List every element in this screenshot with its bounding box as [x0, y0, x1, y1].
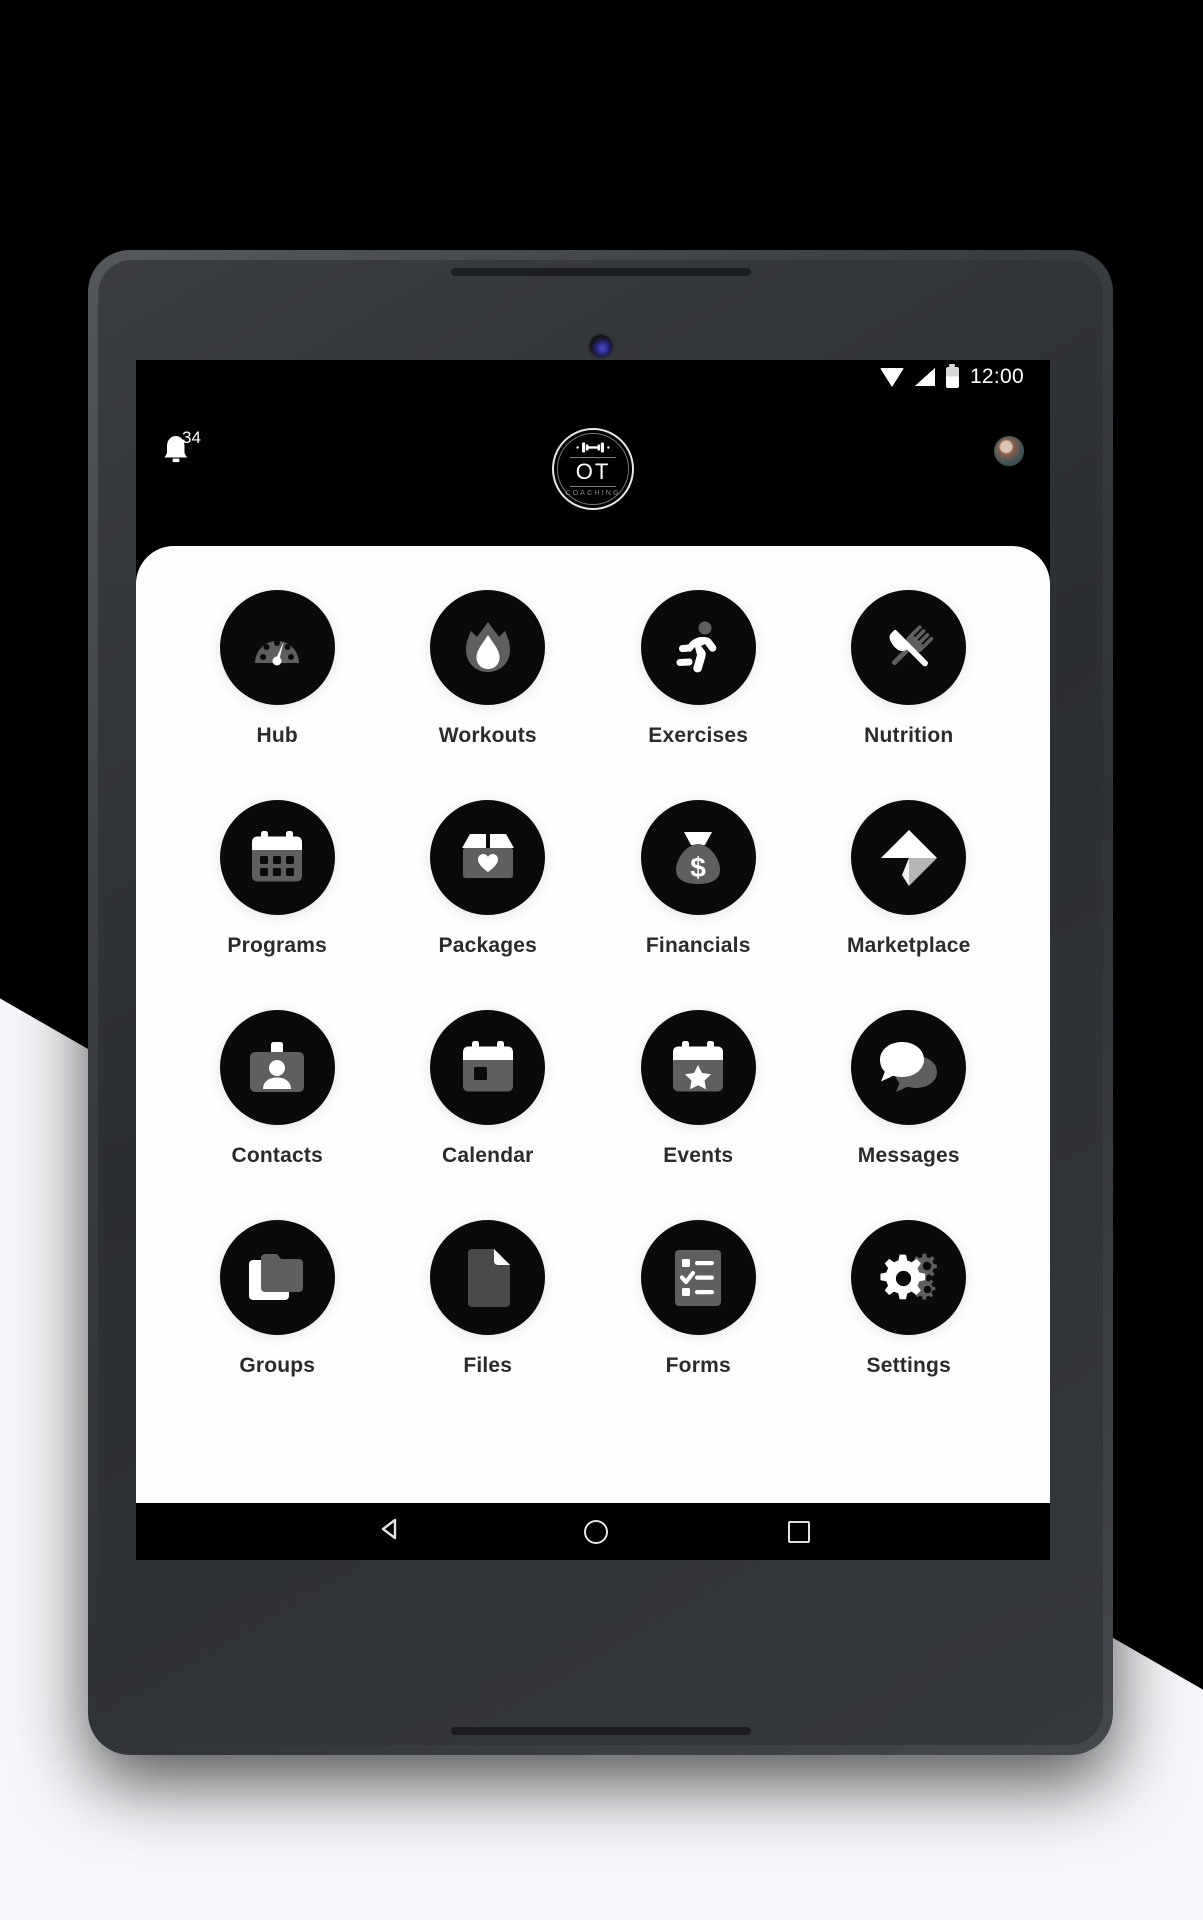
tile-label: Groups: [239, 1354, 316, 1377]
send-arrow-icon: [880, 829, 937, 886]
money-bag-icon: $: [676, 831, 721, 884]
tile-files[interactable]: Files: [383, 1220, 594, 1378]
tile-settings-circle: [851, 1220, 967, 1335]
app-logo: OT COACHING: [552, 428, 634, 510]
svg-text:$: $: [690, 852, 706, 883]
dumbbell-icon: [576, 442, 610, 453]
tile-calendar-circle: [430, 1010, 546, 1125]
tile-financials[interactable]: $ Financials: [593, 800, 804, 958]
gauge-icon: [255, 639, 300, 665]
tile-workouts-circle: [430, 590, 546, 705]
tile-forms-circle: [640, 1220, 756, 1335]
tile-messages-circle: [851, 1010, 967, 1125]
tile-label: Messages: [857, 1144, 960, 1167]
tile-exercises-circle: [640, 590, 756, 705]
tile-label: Hub: [256, 724, 298, 747]
tile-label: Events: [663, 1144, 734, 1167]
tile-label: Calendar: [442, 1144, 534, 1167]
checklist-icon: [675, 1249, 722, 1306]
android-navigation-bar: [136, 1503, 1050, 1560]
document-icon: [467, 1248, 510, 1307]
tile-label: Financials: [645, 934, 751, 957]
app-header: 34 OT COACHING: [136, 394, 1050, 546]
speaker-grille-top: [450, 268, 751, 276]
tile-groups-circle: [219, 1220, 335, 1335]
notifications-badge: 34: [182, 428, 201, 447]
status-bar-clock: 12:00: [969, 365, 1024, 388]
tile-packages[interactable]: Packages: [383, 800, 594, 958]
battery-icon: [945, 363, 959, 388]
app-main-panel: Hub Workouts Exercises Nutrition Program…: [136, 546, 1050, 1503]
wifi-icon: [879, 367, 904, 387]
tile-financials-circle: $: [640, 800, 756, 915]
tile-packages-circle: [430, 800, 546, 915]
chat-bubbles-icon: [879, 1041, 937, 1092]
tile-programs-circle: [219, 800, 335, 915]
calendar-star-icon: [673, 1040, 724, 1091]
tile-label: Programs: [227, 934, 328, 957]
tile-nutrition[interactable]: Nutrition: [804, 590, 1015, 748]
logo-divider-bottom: [570, 486, 616, 487]
status-bar: 12:00: [136, 360, 1050, 394]
tile-label: Forms: [665, 1354, 731, 1377]
tile-forms[interactable]: Forms: [593, 1220, 804, 1378]
app-shortcut-grid: Hub Workouts Exercises Nutrition Program…: [172, 590, 1014, 1378]
logo-divider-top: [570, 457, 616, 458]
speaker-grille-bottom: [450, 1727, 751, 1735]
id-badge-icon: [250, 1041, 305, 1092]
signal-icon: [914, 368, 935, 386]
device-screen: 12:00 34 OT COACHING Hub Workouts Exerci…: [136, 360, 1050, 1560]
tile-workouts[interactable]: Workouts: [383, 590, 594, 748]
tile-events-circle: [640, 1010, 756, 1125]
box-heart-icon: [461, 833, 514, 878]
nav-home-button[interactable]: [584, 1519, 608, 1544]
tile-marketplace[interactable]: Marketplace: [804, 800, 1015, 958]
tile-files-circle: [430, 1220, 546, 1335]
app-logo-inner-ring: OT COACHING: [557, 433, 629, 505]
folders-icon: [249, 1253, 304, 1300]
tile-label: Nutrition: [864, 724, 954, 747]
tile-hub-circle: [219, 590, 335, 705]
tile-label: Workouts: [438, 724, 537, 747]
tile-events[interactable]: Events: [593, 1010, 804, 1168]
tile-exercises[interactable]: Exercises: [593, 590, 804, 748]
tile-label: Settings: [866, 1354, 951, 1377]
back-triangle-icon: [381, 1518, 397, 1540]
fork-knife-icon: [889, 624, 933, 666]
tile-nutrition-circle: [851, 590, 967, 705]
running-person-icon: [676, 621, 717, 672]
tile-settings[interactable]: Settings: [804, 1220, 1015, 1378]
calendar-icon: [462, 1040, 513, 1091]
tile-programs[interactable]: Programs: [172, 800, 383, 958]
tile-groups[interactable]: Groups: [172, 1220, 383, 1378]
tile-hub[interactable]: Hub: [172, 590, 383, 748]
tile-marketplace-circle: [851, 800, 967, 915]
calendar-grid-icon: [252, 830, 303, 881]
tile-label: Files: [463, 1354, 513, 1377]
tablet-device-frame: 12:00 34 OT COACHING Hub Workouts Exerci…: [88, 250, 1113, 1755]
app-logo-subtitle: COACHING: [565, 490, 621, 497]
tile-calendar[interactable]: Calendar: [383, 1010, 594, 1168]
tile-messages[interactable]: Messages: [804, 1010, 1015, 1168]
avatar[interactable]: [994, 436, 1024, 466]
tile-label: Contacts: [231, 1144, 323, 1167]
tile-label: Exercises: [648, 724, 749, 747]
app-logo-title: OT: [575, 459, 611, 484]
tile-contacts-circle: [219, 1010, 335, 1125]
flame-icon: [465, 621, 510, 672]
front-camera-icon: [589, 335, 612, 357]
nav-recents-button[interactable]: [788, 1520, 810, 1543]
gears-icon: [880, 1253, 937, 1300]
notifications-button[interactable]: 34: [162, 428, 208, 478]
nav-back-button[interactable]: [376, 1515, 404, 1548]
tablet-bezel: 12:00 34 OT COACHING Hub Workouts Exerci…: [98, 260, 1103, 1745]
tile-label: Packages: [438, 934, 537, 957]
tile-label: Marketplace: [846, 934, 971, 957]
tile-contacts[interactable]: Contacts: [172, 1010, 383, 1168]
